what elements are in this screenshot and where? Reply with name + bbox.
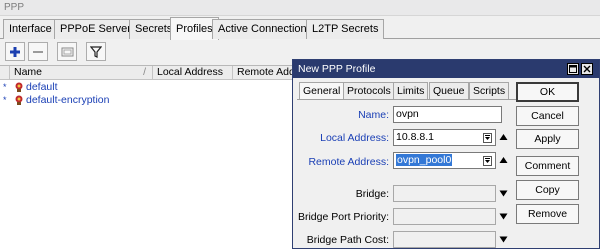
dialog-tab-scripts[interactable]: Scripts — [469, 82, 510, 100]
tab-strip: Interface PPPoE Servers Secrets Profiles… — [0, 17, 600, 40]
collapse-up-icon[interactable] — [499, 133, 508, 141]
row-name: default — [26, 81, 58, 93]
dropdown-icon — [483, 132, 492, 143]
expand-down-icon[interactable] — [499, 236, 508, 243]
remove-profile-button[interactable]: Remove — [516, 204, 579, 224]
apply-button[interactable]: Apply — [516, 129, 579, 149]
local-address-value: 10.8.8.1 — [396, 131, 434, 143]
comment-icon — [61, 47, 73, 56]
restore-icon — [569, 65, 577, 73]
comment-button[interactable] — [57, 42, 77, 61]
profile-icon — [15, 82, 23, 92]
flag-column-header — [0, 66, 10, 80]
bridge-path-cost-label: Bridge Path Cost: — [306, 234, 389, 246]
dropdown-icon — [483, 155, 492, 166]
remote-address-label: Remote Address: — [308, 156, 389, 168]
local-address-label: Local Address: — [320, 132, 389, 144]
ok-button[interactable]: OK — [516, 82, 579, 102]
minus-icon — [33, 50, 43, 53]
remote-address-field[interactable]: ovpn_pool0 — [393, 152, 496, 169]
dialog-tab-general[interactable]: General — [299, 82, 345, 100]
row-name: default-encryption — [26, 94, 110, 106]
sort-marker: / — [143, 66, 146, 78]
cancel-button[interactable]: Cancel — [516, 106, 579, 126]
column-header-name[interactable]: Name / — [10, 66, 153, 80]
remote-address-value: ovpn_pool0 — [396, 154, 453, 166]
window-title: PPP — [0, 0, 600, 16]
tab-interface[interactable]: Interface — [3, 19, 58, 39]
tab-l2tp-secrets[interactable]: L2TP Secrets — [306, 19, 385, 39]
default-flag: * — [3, 82, 7, 92]
name-label: Name: — [358, 109, 389, 121]
comment-button[interactable]: Comment — [516, 156, 579, 176]
general-panel: Name: ovpn Local Address: 10.8.8.1 Remot… — [297, 99, 517, 249]
dialog-tab-protocols[interactable]: Protocols — [343, 82, 395, 100]
collapse-up-icon[interactable] — [499, 156, 508, 164]
dialog-title: New PPP Profile — [293, 60, 599, 78]
bridge-label: Bridge: — [355, 188, 389, 200]
profile-icon — [15, 95, 23, 105]
remove-button[interactable] — [28, 42, 48, 61]
filter-icon — [90, 45, 102, 58]
bridge-path-cost-field[interactable] — [393, 231, 496, 248]
close-icon — [583, 65, 591, 73]
expand-down-icon[interactable] — [499, 190, 508, 197]
add-button[interactable] — [5, 42, 25, 61]
plus-icon — [10, 46, 20, 57]
close-button[interactable] — [581, 63, 593, 75]
local-address-dropdown-button[interactable] — [480, 130, 495, 145]
expand-down-icon[interactable] — [499, 213, 508, 220]
filter-button[interactable] — [86, 42, 106, 61]
column-header-local-address[interactable]: Local Address — [153, 66, 233, 80]
bridge-port-priority-label: Bridge Port Priority: — [297, 211, 389, 223]
restore-button[interactable] — [567, 63, 579, 75]
table-row[interactable]: * default-encryption — [0, 94, 300, 106]
dialog-tab-queue[interactable]: Queue — [429, 82, 469, 100]
table-row[interactable]: * default — [0, 81, 300, 93]
local-address-field[interactable]: 10.8.8.1 — [393, 129, 496, 146]
bridge-port-priority-field[interactable] — [393, 208, 496, 225]
name-field[interactable]: ovpn — [393, 106, 502, 123]
bridge-field[interactable] — [393, 185, 496, 202]
new-ppp-profile-dialog: New PPP Profile General Protocols Limits… — [292, 59, 600, 249]
remote-address-dropdown-button[interactable] — [480, 153, 495, 168]
default-flag: * — [3, 95, 7, 105]
tab-active-connections[interactable]: Active Connections — [212, 19, 319, 39]
dialog-tab-limits[interactable]: Limits — [393, 82, 429, 100]
copy-button[interactable]: Copy — [516, 180, 579, 200]
